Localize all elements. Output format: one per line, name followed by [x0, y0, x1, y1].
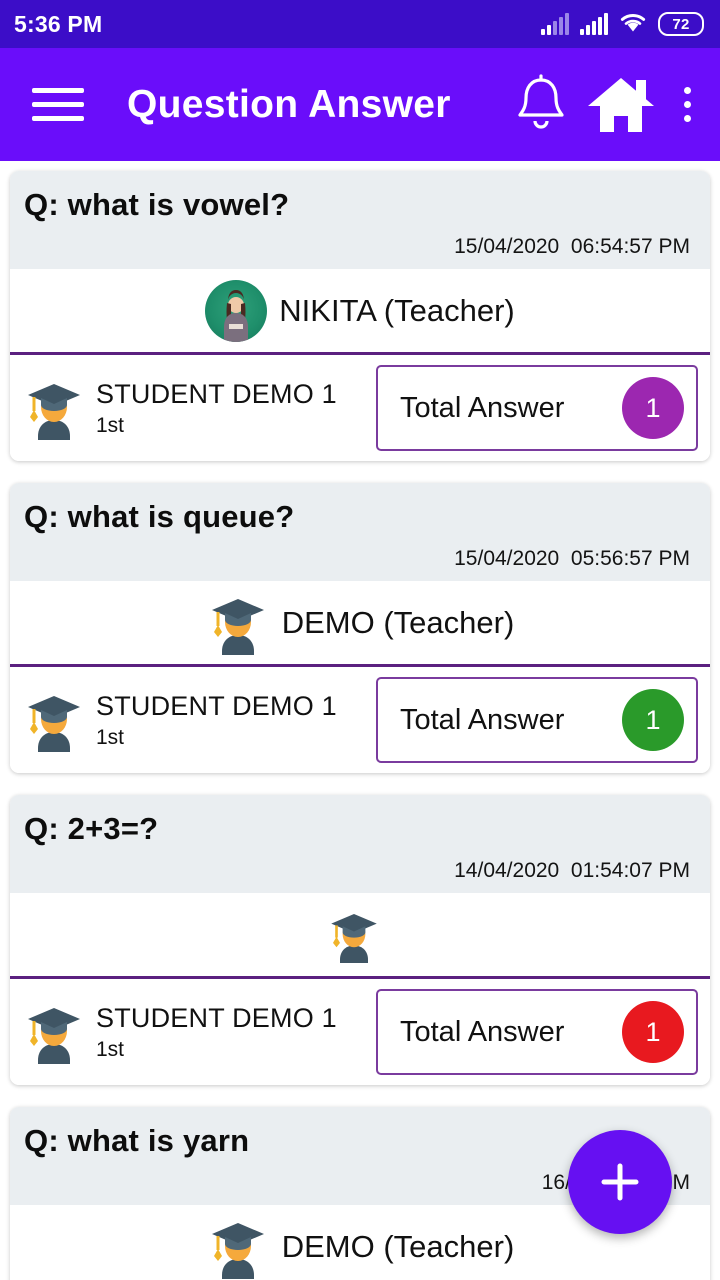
status-bar: 5:36 PM 72 [0, 0, 720, 48]
question-text: Q: what is queue? [24, 499, 295, 534]
student-info: STUDENT DEMO 1 1st [96, 691, 337, 750]
total-answer-box[interactable]: Total Answer 1 [376, 989, 698, 1075]
graduate-avatar [326, 907, 382, 963]
question-text: Q: 2+3=? [24, 811, 159, 846]
question-header: Q: 2+3=? 14/04/2020 01:54:07 PM [10, 795, 710, 893]
question-header: Q: what is queue? 15/04/2020 05:56:57 PM [10, 483, 710, 581]
graduate-avatar [206, 1215, 270, 1279]
question-list[interactable]: Q: what is vowel? 15/04/2020 06:54:57 PM… [0, 161, 720, 1280]
question-timestamp: 14/04/2020 01:54:07 PM [24, 859, 696, 883]
wifi-icon [619, 11, 647, 38]
student-info: STUDENT DEMO 1 1st [96, 379, 337, 438]
question-timestamp: 15/04/2020 06:54:57 PM [24, 235, 696, 259]
hamburger-menu-icon[interactable] [32, 88, 84, 121]
more-vertical-icon[interactable] [672, 87, 702, 122]
status-icons: 72 [541, 11, 704, 38]
question-text: Q: what is vowel? [24, 187, 290, 222]
teacher-row[interactable] [10, 893, 710, 979]
question-time: 01:54:07 PM [570, 859, 690, 882]
student-name: STUDENT DEMO 1 [96, 1002, 337, 1033]
question-date: 15/04/2020 [454, 547, 560, 570]
question-card[interactable]: Q: what is queue? 15/04/2020 05:56:57 PM [10, 483, 710, 773]
teacher-name: DEMO (Teacher) [281, 604, 515, 640]
battery-icon: 72 [658, 12, 704, 36]
total-answer-box[interactable]: Total Answer 1 [376, 677, 698, 763]
graduate-avatar [22, 1000, 86, 1064]
student-info: STUDENT DEMO 1 1st [96, 1003, 337, 1062]
student-row[interactable]: STUDENT DEMO 1 1st Total Answer 1 [10, 667, 710, 773]
add-question-fab[interactable] [568, 1130, 672, 1234]
page-title: Question Answer [127, 82, 451, 126]
question-date: 15/04/2020 [454, 235, 560, 258]
home-icon[interactable] [584, 72, 658, 138]
status-time: 5:36 PM [14, 10, 103, 37]
teacher-row[interactable]: NIKITA (Teacher) [10, 269, 710, 355]
app-bar: Question Answer [0, 48, 720, 161]
total-answer-label: Total Answer [400, 1015, 565, 1048]
student-row[interactable]: STUDENT DEMO 1 1st Total Answer 1 [10, 355, 710, 461]
total-answer-box[interactable]: Total Answer 1 [376, 365, 698, 451]
total-answer-label: Total Answer [400, 703, 565, 736]
teacher-name: DEMO (Teacher) [281, 1228, 515, 1264]
question-time: 06:54:57 PM [570, 235, 690, 258]
app-bar-actions [512, 72, 702, 138]
question-card[interactable]: Q: what is vowel? 15/04/2020 06:54:57 PM… [10, 171, 710, 461]
student-class: 1st [96, 413, 125, 437]
student-name: STUDENT DEMO 1 [96, 378, 337, 409]
bell-icon[interactable] [512, 73, 570, 137]
student-row[interactable]: STUDENT DEMO 1 1st Total Answer 1 [10, 979, 710, 1085]
question-time: 05:56:57 PM [570, 547, 690, 570]
signal-bars-icon [580, 13, 608, 35]
teacher-row[interactable]: DEMO (Teacher) [10, 581, 710, 667]
question-date: 14/04/2020 [454, 859, 560, 882]
graduate-avatar [206, 591, 270, 655]
total-answer-label: Total Answer [400, 391, 565, 424]
student-class: 1st [96, 1037, 125, 1061]
answer-count-badge: 1 [622, 1001, 684, 1063]
answer-count-badge: 1 [622, 377, 684, 439]
teacher-name: NIKITA (Teacher) [279, 292, 515, 328]
graduate-avatar [22, 376, 86, 440]
graduate-avatar [22, 688, 86, 752]
question-timestamp: 15/04/2020 05:56:57 PM [24, 547, 696, 571]
photo-avatar [205, 279, 268, 342]
signal-bars-icon [541, 13, 569, 35]
battery-level: 72 [672, 15, 690, 33]
plus-icon [601, 1163, 639, 1201]
question-header: Q: what is vowel? 15/04/2020 06:54:57 PM [10, 171, 710, 269]
question-card[interactable]: Q: 2+3=? 14/04/2020 01:54:07 PM STUDENT … [10, 795, 710, 1085]
answer-count-badge: 1 [622, 689, 684, 751]
student-class: 1st [96, 725, 125, 749]
student-name: STUDENT DEMO 1 [96, 690, 337, 721]
